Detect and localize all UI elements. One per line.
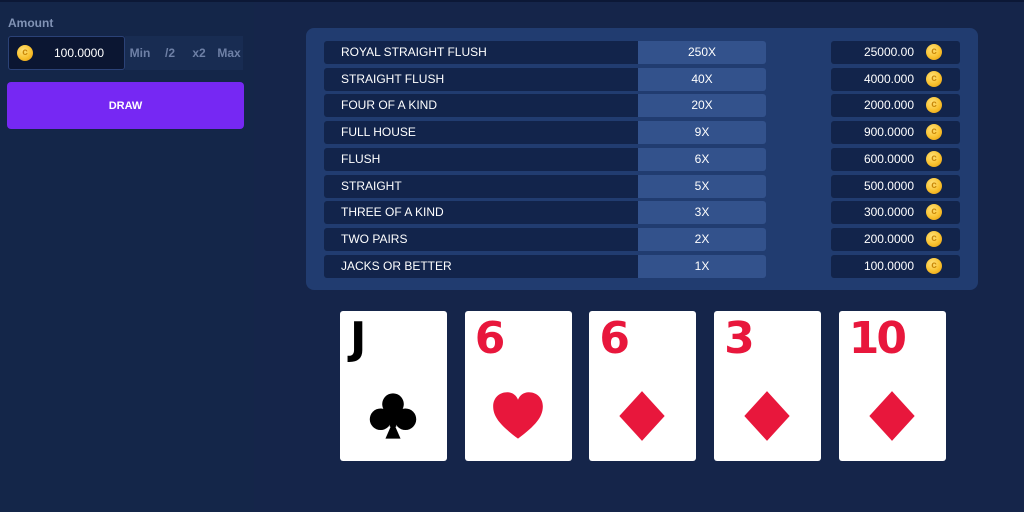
hand-name: STRAIGHT FLUSH	[324, 67, 638, 91]
hand-multiplier: 6X	[638, 147, 766, 171]
max-button[interactable]: Max	[214, 36, 244, 70]
hand-multiplier: 40X	[638, 67, 766, 91]
playing-card[interactable]: 6	[464, 311, 572, 461]
hand-name: FOUR OF A KIND	[324, 94, 638, 118]
playing-card[interactable]: 6	[589, 311, 697, 461]
hand-payout: 500.0000	[831, 174, 960, 198]
coin-icon	[926, 230, 942, 247]
card-rank: 6	[474, 313, 506, 364]
coin-icon	[926, 150, 942, 167]
card-rank: 10	[848, 313, 907, 364]
paytable-row: FOUR OF A KIND 20X 2000.000	[306, 94, 978, 118]
hand-name: FULL HOUSE	[324, 121, 638, 145]
paytable-row: ROYAL STRAIGHT FLUSH 250X 25000.00	[306, 41, 978, 64]
clubs-suit-icon	[365, 389, 421, 443]
hand-name: TWO PAIRS	[324, 227, 638, 251]
hand-name: FLUSH	[324, 147, 638, 171]
amount-label: Amount	[8, 16, 54, 30]
paytable-row: FLUSH 6X 600.0000	[306, 147, 978, 171]
coin-icon	[926, 257, 942, 274]
card-rank: 3	[724, 313, 755, 364]
payout-value: 4000.000	[863, 71, 914, 86]
amount-input[interactable]: 100.0000	[8, 36, 125, 70]
hearts-suit-icon	[490, 389, 546, 443]
paytable-row: FULL HOUSE 9X 900.0000	[306, 121, 978, 145]
coin-icon	[926, 97, 942, 114]
payout-value: 900.0000	[863, 125, 914, 140]
amount-value[interactable]: 100.0000	[39, 37, 119, 69]
diamonds-suit-icon	[739, 389, 795, 443]
paytable: ROYAL STRAIGHT FLUSH250X 25000.00 STRAIGHT…	[306, 28, 978, 290]
hand-payout: 2000.000	[831, 94, 960, 118]
hand-multiplier: 2X	[638, 227, 766, 251]
coin-icon	[17, 45, 33, 61]
coin-icon	[926, 124, 942, 141]
bet-panel: Amount 100.0000 Min /2 x2 Max DRAW	[0, 2, 254, 512]
draw-button[interactable]: DRAW	[7, 82, 244, 129]
hand-multiplier: 5X	[638, 174, 766, 198]
hand-payout: 900.0000	[831, 121, 960, 145]
diamonds-suit-icon	[614, 389, 670, 443]
min-button[interactable]: Min	[126, 36, 154, 70]
hand-name: STRAIGHT	[324, 174, 638, 198]
payout-value: 2000.000	[863, 98, 914, 113]
paytable-row: TWO PAIRS 2X 200.0000	[306, 227, 978, 251]
payout-value: 100.0000	[863, 258, 914, 273]
coin-icon	[926, 70, 942, 87]
hand-payout: 25000.00	[831, 41, 960, 64]
hand-name: ROYAL STRAIGHT FLUSH	[324, 41, 638, 64]
payout-value: 200.0000	[863, 231, 914, 246]
coin-icon	[926, 44, 942, 60]
playing-card[interactable]: J	[340, 311, 447, 461]
hand-multiplier: 250X	[638, 41, 766, 64]
diamonds-suit-icon	[864, 389, 920, 443]
coin-icon	[926, 204, 942, 221]
payout-value: 500.0000	[863, 178, 914, 193]
hand-multiplier: 1X	[638, 254, 766, 278]
card-rank: J	[350, 313, 366, 364]
double-button[interactable]: x2	[187, 36, 211, 70]
card-rank: 6	[599, 313, 630, 364]
half-button[interactable]: /2	[158, 36, 182, 70]
payout-value: 600.0000	[863, 151, 914, 166]
hand-multiplier: 3X	[638, 201, 766, 225]
payout-value: 300.0000	[863, 205, 914, 220]
hand-payout: 300.0000	[831, 201, 960, 225]
hand-multiplier: 20X	[638, 94, 766, 118]
playing-card[interactable]: 10	[838, 311, 946, 461]
hand-payout: 600.0000	[831, 147, 960, 171]
hand-name: THREE OF A KIND	[324, 201, 638, 225]
hand-payout: 200.0000	[831, 227, 960, 251]
hand-multiplier: 9X	[638, 121, 766, 145]
hand-payout: 100.0000	[831, 254, 960, 278]
coin-icon	[926, 177, 942, 194]
hand-payout: 4000.000	[831, 67, 960, 91]
paytable-row: STRAIGHT 5X 500.0000	[306, 174, 978, 198]
paytable-row: THREE OF A KIND 3X 300.0000	[306, 201, 978, 225]
hand-name: JACKS OR BETTER	[324, 254, 638, 278]
payout-value: 25000.00	[863, 45, 914, 59]
playing-card[interactable]: 3	[714, 311, 822, 461]
paytable-row: JACKS OR BETTER 1X 100.0000	[306, 254, 978, 278]
paytable-row: STRAIGHT FLUSH 40X 4000.000	[306, 67, 978, 91]
